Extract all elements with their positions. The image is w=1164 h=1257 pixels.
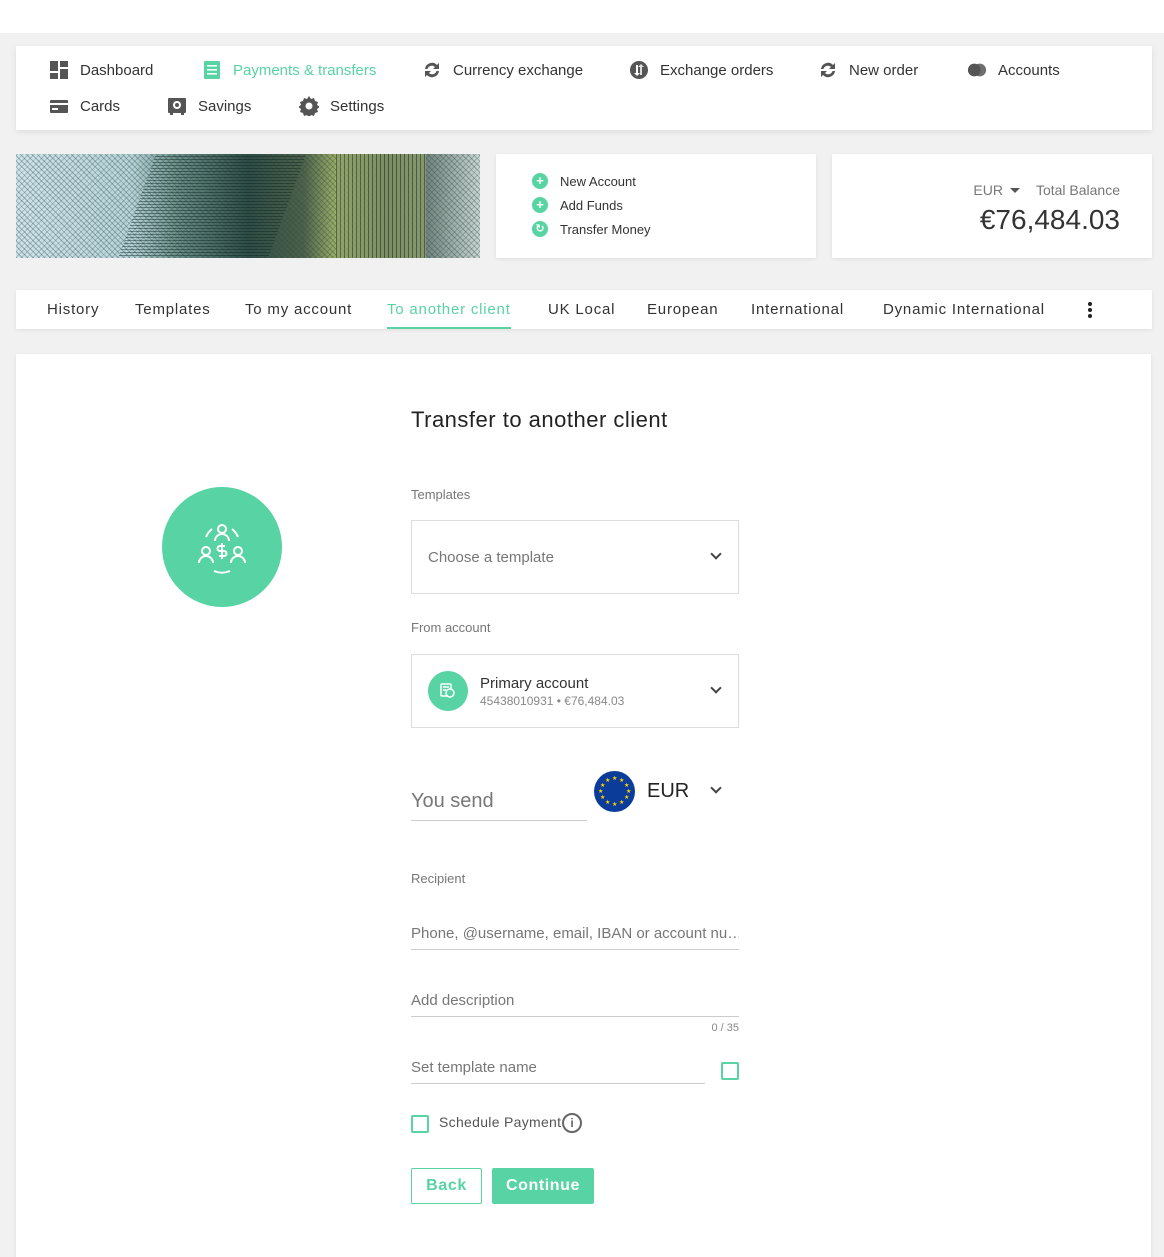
template-select[interactable]: Choose a template — [411, 520, 739, 594]
description-input[interactable] — [411, 985, 739, 1017]
chevron-down-icon — [710, 782, 722, 794]
tab-european[interactable]: European — [647, 290, 718, 329]
transfer-tabs: History Templates To my account To anoth… — [16, 290, 1152, 329]
balance-currency: EUR — [973, 182, 1003, 198]
nav-label: Exchange orders — [660, 61, 774, 79]
banner-engraving — [336, 154, 426, 258]
nav-accounts[interactable]: Accounts — [967, 58, 1060, 82]
account-name: Primary account — [480, 675, 589, 692]
send-currency-code: EUR — [647, 779, 690, 802]
new-account-button[interactable]: + New Account — [532, 173, 636, 189]
new-order-icon — [818, 60, 838, 80]
quick-action-label: Add Funds — [560, 197, 623, 213]
decorative-banner — [16, 154, 480, 258]
balance-label: Total Balance — [1035, 182, 1120, 198]
send-amount-input[interactable] — [411, 782, 587, 821]
card-icon — [49, 96, 69, 116]
exchange-orders-icon — [629, 60, 649, 80]
chevron-down-icon — [710, 682, 722, 694]
save-template-checkbox[interactable] — [721, 1062, 739, 1080]
nav-currency-exchange[interactable]: Currency exchange — [422, 58, 583, 82]
nav-label: Cards — [80, 97, 121, 115]
nav-exchange-orders[interactable]: Exchange orders — [629, 58, 773, 82]
quick-actions-panel: + New Account + Add Funds ↻ Transfer Mon… — [496, 154, 816, 258]
nav-label: Settings — [330, 97, 385, 115]
plus-circle-icon: + — [532, 173, 548, 189]
add-funds-button[interactable]: + Add Funds — [532, 197, 623, 213]
plus-circle-icon: + — [532, 197, 548, 213]
tab-history[interactable]: History — [47, 290, 99, 329]
form-title: Transfer to another client — [411, 407, 668, 432]
savings-icon — [167, 96, 187, 116]
recipient-label: Recipient — [411, 871, 466, 886]
template-placeholder: Choose a template — [428, 549, 554, 566]
nav-cards[interactable]: Cards — [49, 94, 120, 118]
transfer-money-button[interactable]: ↻ Transfer Money — [532, 221, 651, 237]
nav-settings[interactable]: Settings — [299, 94, 384, 118]
schedule-payment-label: Schedule Payment — [439, 1114, 562, 1130]
tab-dynamic-international[interactable]: Dynamic International — [883, 290, 1045, 329]
tab-uk-local[interactable]: UK Local — [548, 290, 615, 329]
caret-down-icon — [1009, 187, 1020, 193]
transfer-icon: ↻ — [532, 221, 548, 237]
template-name-input[interactable] — [411, 1052, 705, 1084]
tab-to-another-client[interactable]: To another client — [387, 290, 511, 329]
continue-button[interactable]: Continue — [492, 1168, 594, 1204]
nav-label: Dashboard — [80, 61, 154, 79]
banner-engraving — [112, 154, 310, 258]
nav-payments-transfers[interactable]: Payments & transfers — [202, 58, 376, 82]
tab-international[interactable]: International — [751, 290, 844, 329]
payments-icon — [202, 60, 222, 80]
templates-label: Templates — [411, 487, 471, 502]
nav-label: Accounts — [998, 61, 1060, 79]
chevron-down-icon — [710, 548, 722, 560]
main-nav: Dashboard Payments & transfers Currency … — [16, 46, 1152, 130]
from-account-label: From account — [411, 620, 491, 635]
client-transfer-illustration — [162, 487, 282, 607]
nav-label: New order — [849, 61, 919, 79]
nav-label: Savings — [198, 97, 252, 115]
info-icon[interactable]: i — [562, 1113, 582, 1133]
schedule-payment-checkbox[interactable] — [411, 1115, 429, 1133]
balance-currency-select[interactable]: EUR — [973, 182, 1020, 198]
account-details: 45438010931 • €76,484.03 — [480, 694, 625, 708]
more-options-icon[interactable] — [1086, 301, 1094, 319]
exchange-icon — [422, 60, 442, 80]
nav-savings[interactable]: Savings — [167, 94, 251, 118]
dashboard-icon — [49, 60, 69, 80]
eu-flag-icon: ★ ★ ★ ★ ★ ★ ★ ★ ★ ★ ★ ★ — [594, 770, 635, 812]
quick-action-label: Transfer Money — [560, 221, 651, 237]
nav-label: Currency exchange — [453, 61, 584, 79]
accounts-icon — [967, 60, 987, 80]
transfer-form-card: Transfer to another client Templates Cho… — [16, 354, 1151, 1257]
account-icon — [428, 671, 468, 711]
top-bar — [0, 0, 1164, 33]
back-button[interactable]: Back — [411, 1168, 482, 1204]
description-counter: 0 / 35 — [711, 1022, 739, 1034]
nav-new-order[interactable]: New order — [818, 58, 918, 82]
nav-dashboard[interactable]: Dashboard — [49, 58, 153, 82]
quick-action-label: New Account — [560, 173, 636, 189]
recipient-input[interactable] — [411, 918, 739, 950]
nav-label: Payments & transfers — [233, 61, 377, 79]
balance-panel: EUR Total Balance €76,484.03 — [832, 154, 1152, 258]
from-account-select[interactable]: Primary account 45438010931 • €76,484.03 — [411, 654, 739, 728]
gear-icon — [299, 96, 319, 116]
people-money-icon — [198, 524, 246, 574]
tab-to-my-account[interactable]: To my account — [245, 290, 352, 329]
send-currency-select[interactable]: ★ ★ ★ ★ ★ ★ ★ ★ ★ ★ ★ ★ EUR — [594, 770, 744, 812]
tab-templates[interactable]: Templates — [135, 290, 211, 329]
balance-amount: €76,484.03 — [979, 204, 1120, 235]
